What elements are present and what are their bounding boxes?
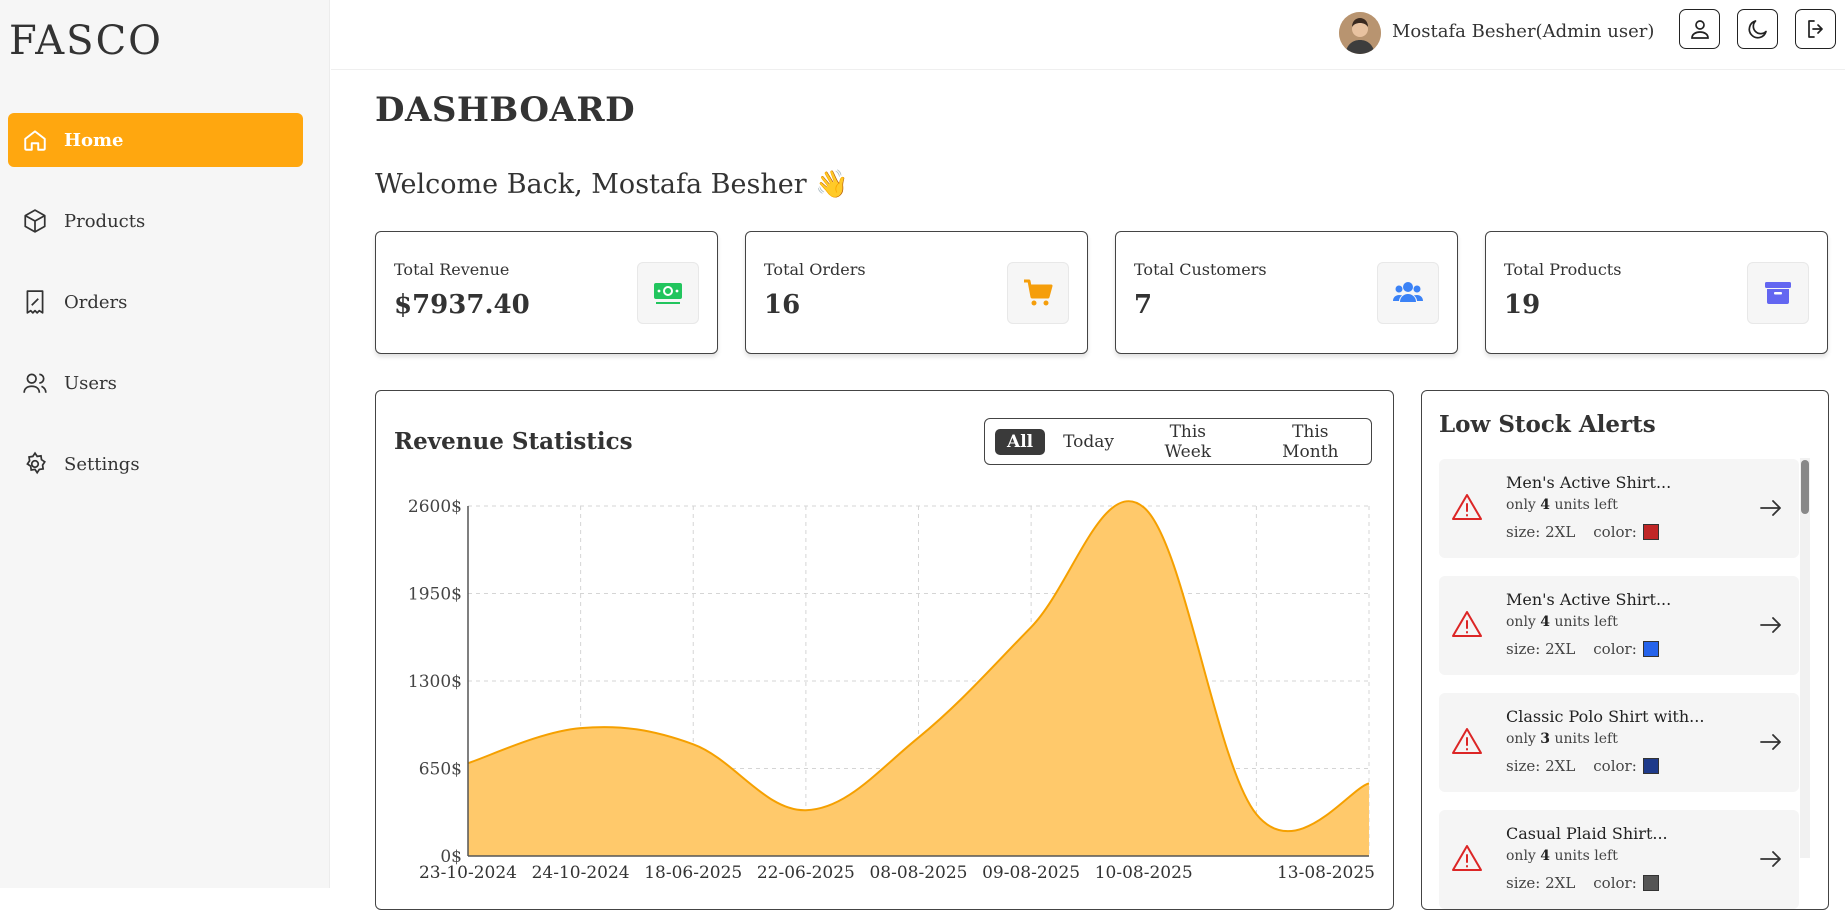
dark-mode-button[interactable] [1737,9,1778,49]
arrow-right-icon[interactable] [1757,728,1785,756]
warning-icon [1452,728,1482,754]
stat-card-products: Total Products 19 [1485,231,1828,354]
avatar[interactable] [1339,12,1381,54]
stat-icon-box [637,262,699,324]
avatar-image [1339,12,1381,54]
x-tick-label: 13-08-2025 [1277,863,1375,883]
stat-value: 19 [1504,290,1541,320]
x-tick-label: 09-08-2025 [982,863,1080,883]
users-icon [1393,282,1423,302]
arrow-right-icon[interactable] [1757,845,1785,873]
money-icon [654,283,682,304]
welcome-message: Welcome Back, Mostafa Besher 👋 [375,169,849,200]
stat-value: $7937.40 [394,290,530,320]
stat-value: 7 [1134,290,1153,320]
alert-units-left: only 4 units left [1506,497,1618,513]
sidebar-item-products[interactable]: Products [8,194,303,248]
dark-mode-icon [1748,20,1767,39]
alert-units-left: only 3 units left [1506,731,1618,747]
sidebar-item-home[interactable]: Home [8,113,303,167]
x-tick-label: 10-08-2025 [1095,863,1193,883]
alert-item[interactable]: Casual Plaid Shirt... only 4 units left … [1439,810,1799,909]
alert-units-left: only 4 units left [1506,848,1618,864]
alerts-scrollbar-thumb[interactable] [1801,460,1809,514]
stat-label: Total Products [1504,260,1622,279]
alert-item[interactable]: Classic Polo Shirt with... only 3 units … [1439,693,1799,792]
logout-icon [1807,20,1823,38]
sidebar-item-settings[interactable]: Settings [8,437,303,491]
low-stock-alerts-panel: Low Stock Alerts Men's Active Shirt... o… [1421,390,1829,910]
x-tick-label: 18-06-2025 [644,863,742,883]
sidebar-item-label: Settings [64,453,140,475]
profile-icon [1690,20,1709,39]
color-swatch [1642,641,1659,657]
alert-product-name: Classic Polo Shirt with... [1506,707,1705,726]
stat-value: 16 [764,290,801,320]
sidebar: FASCO Home Products Orders Users Setting… [0,0,330,888]
warning-icon [1452,611,1482,637]
sidebar-item-label: Users [64,372,117,394]
stat-icon-box [1007,262,1069,324]
user-name: Mostafa Besher(Admin user) [1392,21,1655,42]
warning-icon [1452,845,1482,871]
stat-label: Total Revenue [394,260,510,279]
stat-label: Total Customers [1134,260,1267,279]
alerts-title: Low Stock Alerts [1439,411,1656,438]
logout-button[interactable] [1795,9,1836,49]
stat-card-customers: Total Customers 7 [1115,231,1458,354]
stat-card-orders: Total Orders 16 [745,231,1088,354]
x-tick-label: 08-08-2025 [869,863,967,883]
arrow-right-icon[interactable] [1757,494,1785,522]
x-tick-label: 23-10-2024 [419,863,517,883]
x-tick-label: 22-06-2025 [757,863,855,883]
home-icon [24,130,46,151]
sidebar-item-label: Orders [64,291,128,313]
color-swatch [1642,875,1659,891]
sidebar-item-label: Home [64,129,124,151]
color-swatch [1642,758,1659,774]
users-icon [23,373,47,393]
alert-product-name: Men's Active Shirt... [1506,590,1672,609]
y-tick-label: 650$ [419,760,462,780]
box-icon [24,209,46,233]
stat-icon-box [1747,262,1809,324]
y-tick-label: 1300$ [408,672,462,692]
y-tick-label: 2600$ [408,497,462,517]
profile-button[interactable] [1679,9,1720,49]
cart-icon [1024,279,1053,306]
app-logo[interactable]: FASCO [9,18,163,64]
alert-item[interactable]: Men's Active Shirt... only 4 units left … [1439,459,1799,558]
alert-product-name: Casual Plaid Shirt... [1506,824,1668,843]
alert-item[interactable]: Men's Active Shirt... only 4 units left … [1439,576,1799,675]
x-tick-label: 24-10-2024 [532,863,630,883]
alert-variant: size: 2XL color: [1506,874,1659,892]
archive-icon [1765,282,1791,304]
sidebar-item-orders[interactable]: Orders [8,275,303,329]
stat-label: Total Orders [764,260,866,279]
revenue-statistics-panel: Revenue Statistics All Today This Week T… [375,390,1394,910]
stat-card-revenue: Total Revenue $7937.40 [375,231,718,354]
alert-product-name: Men's Active Shirt... [1506,473,1672,492]
page-title: DASHBOARD [375,90,636,130]
arrow-right-icon[interactable] [1757,611,1785,639]
revenue-chart: 0$650$1300$1950$2600$23-10-2024 24-10-202… [408,497,1375,883]
warning-icon [1452,494,1482,520]
receipt-icon [26,290,44,314]
gear-icon [26,451,46,475]
color-swatch [1642,524,1659,540]
alert-variant: size: 2XL color: [1506,757,1659,775]
sidebar-item-label: Products [64,210,146,232]
alert-variant: size: 2XL color: [1506,640,1659,658]
alerts-scrollbar-track[interactable] [1800,458,1810,858]
alert-variant: size: 2XL color: [1506,523,1659,541]
stat-icon-box [1377,262,1439,324]
y-tick-label: 1950$ [408,585,462,605]
alert-units-left: only 4 units left [1506,614,1618,630]
sidebar-item-users[interactable]: Users [8,356,303,410]
